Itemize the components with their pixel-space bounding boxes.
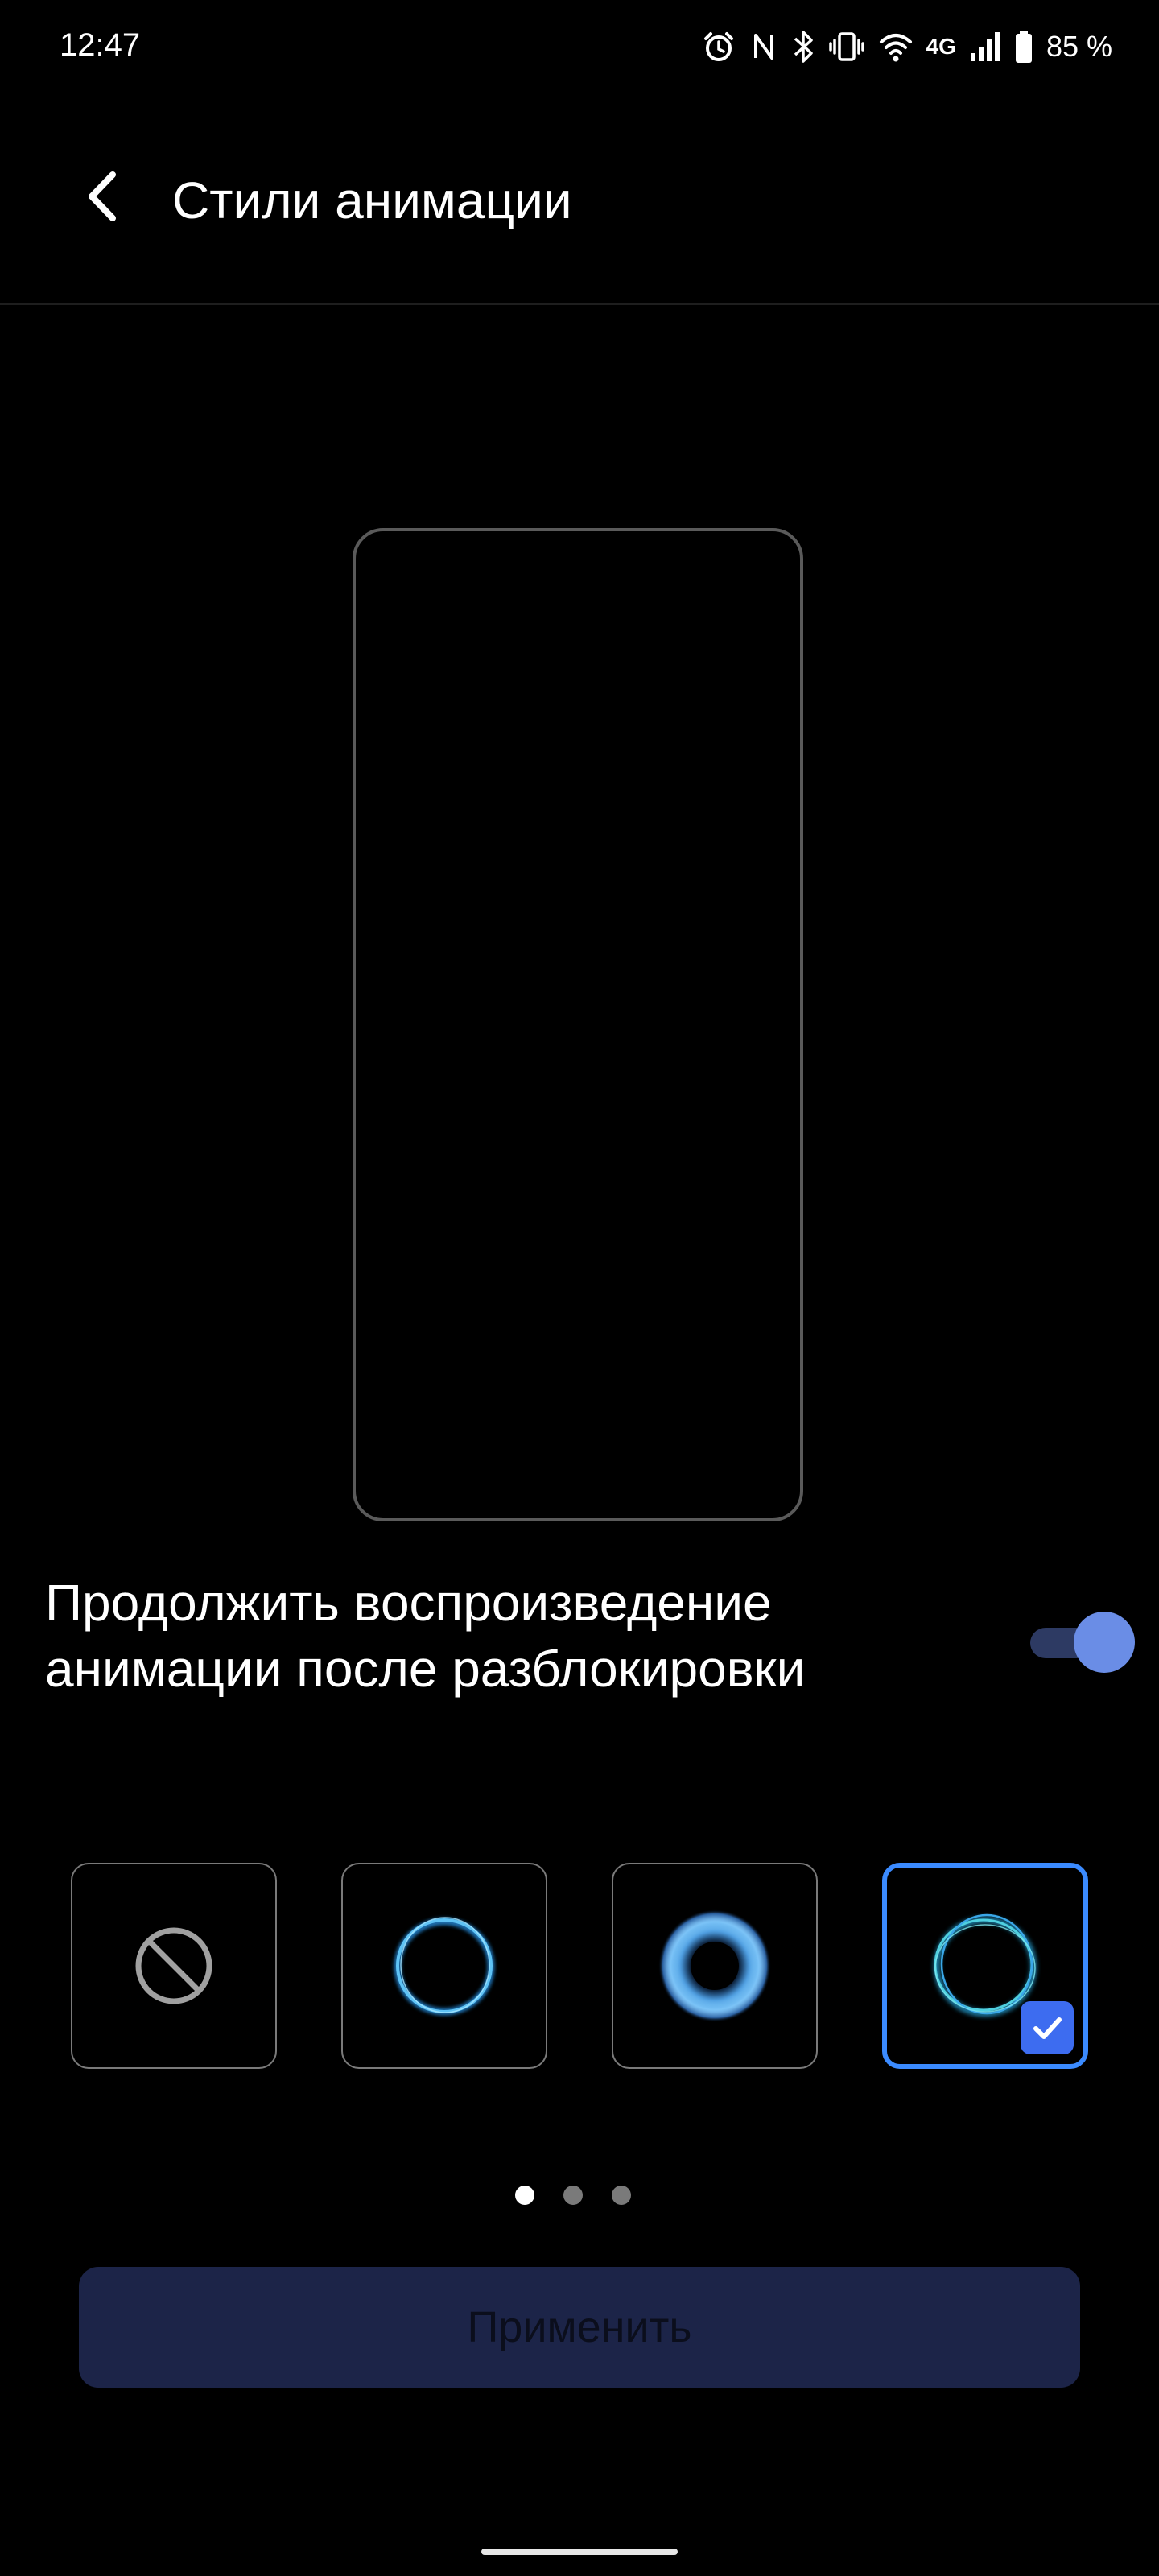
network-type-label: 4G	[926, 34, 956, 59]
style-tile-ring-glow[interactable]	[612, 1863, 818, 2069]
signal-icon	[969, 27, 1001, 66]
apply-button[interactable]: Применить	[79, 2267, 1080, 2388]
chevron-left-icon	[89, 171, 116, 221]
continue-animation-toggle[interactable]	[1030, 1612, 1135, 1673]
glow-ring-animation-icon	[658, 1909, 771, 2022]
check-icon	[1033, 2017, 1062, 2039]
status-time: 12:47	[60, 27, 141, 63]
page-dot-2[interactable]	[563, 2186, 583, 2205]
selected-check-badge	[1021, 2001, 1074, 2054]
gesture-navigation-bar[interactable]	[481, 2549, 678, 2555]
page-title: Стили анимации	[172, 171, 572, 229]
style-tile-ring-wave[interactable]	[882, 1863, 1088, 2069]
page-indicator	[515, 2183, 644, 2207]
setting-label: Продолжить воспроизведение анимации посл…	[45, 1574, 806, 1698]
style-tile-ring-thin[interactable]	[341, 1863, 547, 2069]
page-dot-1[interactable]	[515, 2186, 534, 2205]
toggle-thumb	[1074, 1612, 1135, 1673]
nfc-icon	[749, 27, 778, 66]
continue-animation-setting[interactable]: Продолжить воспроизведение анимации посл…	[45, 1570, 1135, 1707]
page-dot-3[interactable]	[612, 2186, 631, 2205]
wifi-icon	[878, 27, 914, 66]
battery-icon	[1014, 27, 1033, 66]
back-button[interactable]	[72, 164, 137, 229]
status-icons: 4G 85 %	[701, 24, 1112, 69]
vibrate-icon	[828, 27, 865, 66]
bluetooth-icon	[791, 27, 815, 66]
animation-preview-frame	[353, 528, 803, 1521]
status-bar: 12:47 4G 85 %	[0, 0, 1159, 93]
ring-animation-icon	[394, 1917, 495, 2016]
app-bar: Стили анимации	[0, 93, 1159, 303]
battery-percent: 85 %	[1046, 30, 1112, 63]
header-divider	[0, 303, 1159, 305]
style-tile-none[interactable]	[71, 1863, 277, 2069]
alarm-icon	[701, 27, 736, 66]
no-animation-icon	[135, 1927, 212, 2004]
animation-style-list	[71, 1863, 1088, 2069]
